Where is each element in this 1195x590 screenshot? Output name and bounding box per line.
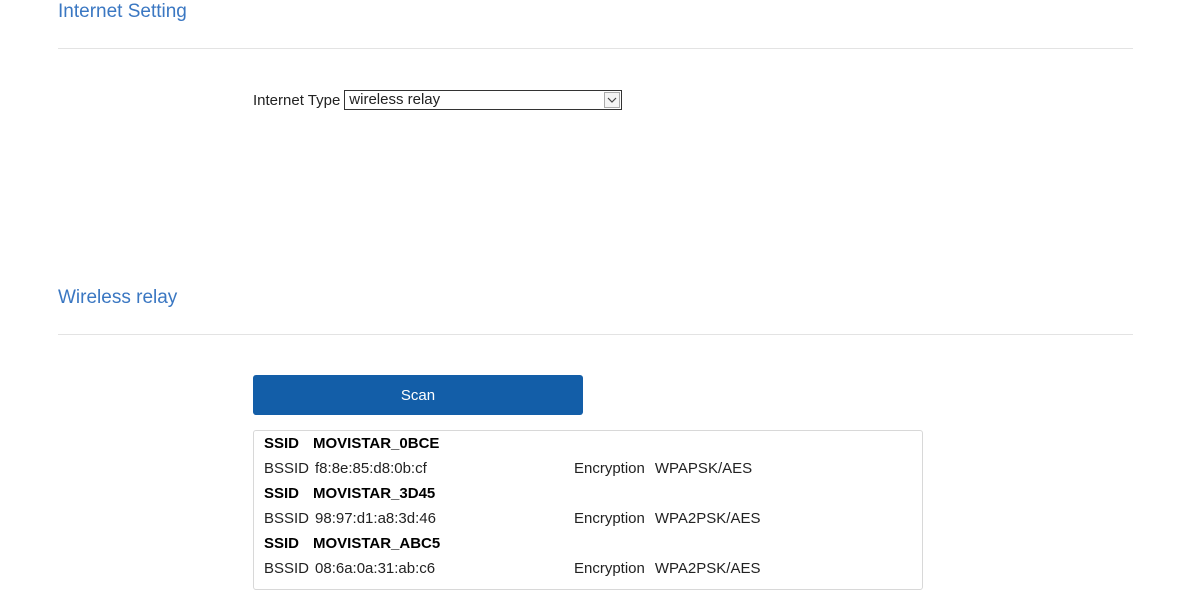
encryption-value: WPA2PSK/AES <box>654 560 761 577</box>
encryption-value: WPAPSK/AES <box>654 460 753 477</box>
bssid-label: BSSID <box>264 460 310 477</box>
ssid-value: MOVISTAR_0BCE <box>313 435 440 452</box>
scan-button[interactable]: Scan <box>253 375 583 415</box>
bssid-label: BSSID <box>264 510 310 527</box>
bssid-value: f8:8e:85:d8:0b:cf <box>315 460 427 477</box>
ssid-label: SSID <box>264 485 300 502</box>
ssid-label: SSID <box>264 435 300 452</box>
network-list-item[interactable]: SSID MOVISTAR_3D45 BSSID 98:97:d1:a8:3d:46… <box>254 481 922 531</box>
ssid-value: MOVISTAR_3D45 <box>313 485 436 502</box>
bssid-value: 08:6a:0a:31:ab:c6 <box>315 560 436 577</box>
bssid-label: BSSID <box>264 560 310 577</box>
wireless-relay-title: Wireless relay <box>58 287 178 308</box>
internet-type-label: Internet Type <box>253 91 341 109</box>
encryption-label: Encryption <box>574 560 645 577</box>
network-list-item[interactable]: SSID MOVISTAR_0BCE BSSID f8:8e:85:d8:0b:cf… <box>254 431 922 481</box>
network-scan-list[interactable]: SSID MOVISTAR_0BCE BSSID f8:8e:85:d8:0b:cf… <box>253 430 923 590</box>
internet-type-select[interactable]: wireless relay <box>344 90 623 110</box>
encryption-value: WPA2PSK/AES <box>654 510 761 527</box>
ssid-label: SSID <box>264 535 300 552</box>
encryption-label: Encryption <box>574 460 645 477</box>
ssid-value: MOVISTAR_ABC5 <box>313 535 441 552</box>
encryption-label: Encryption <box>574 510 645 527</box>
internet-type-selected-value: wireless relay <box>349 91 441 108</box>
internet-setting-title: Internet Setting <box>58 1 187 22</box>
internet-type-row: Internet Type wireless relay <box>253 90 623 110</box>
chevron-down-icon[interactable] <box>604 92 621 108</box>
section-divider <box>58 334 1133 335</box>
bssid-value: 98:97:d1:a8:3d:46 <box>315 510 436 527</box>
network-list-item[interactable]: SSID MOVISTAR_ABC5 BSSID 08:6a:0a:31:ab:c6… <box>254 531 922 581</box>
section-divider <box>58 48 1133 49</box>
